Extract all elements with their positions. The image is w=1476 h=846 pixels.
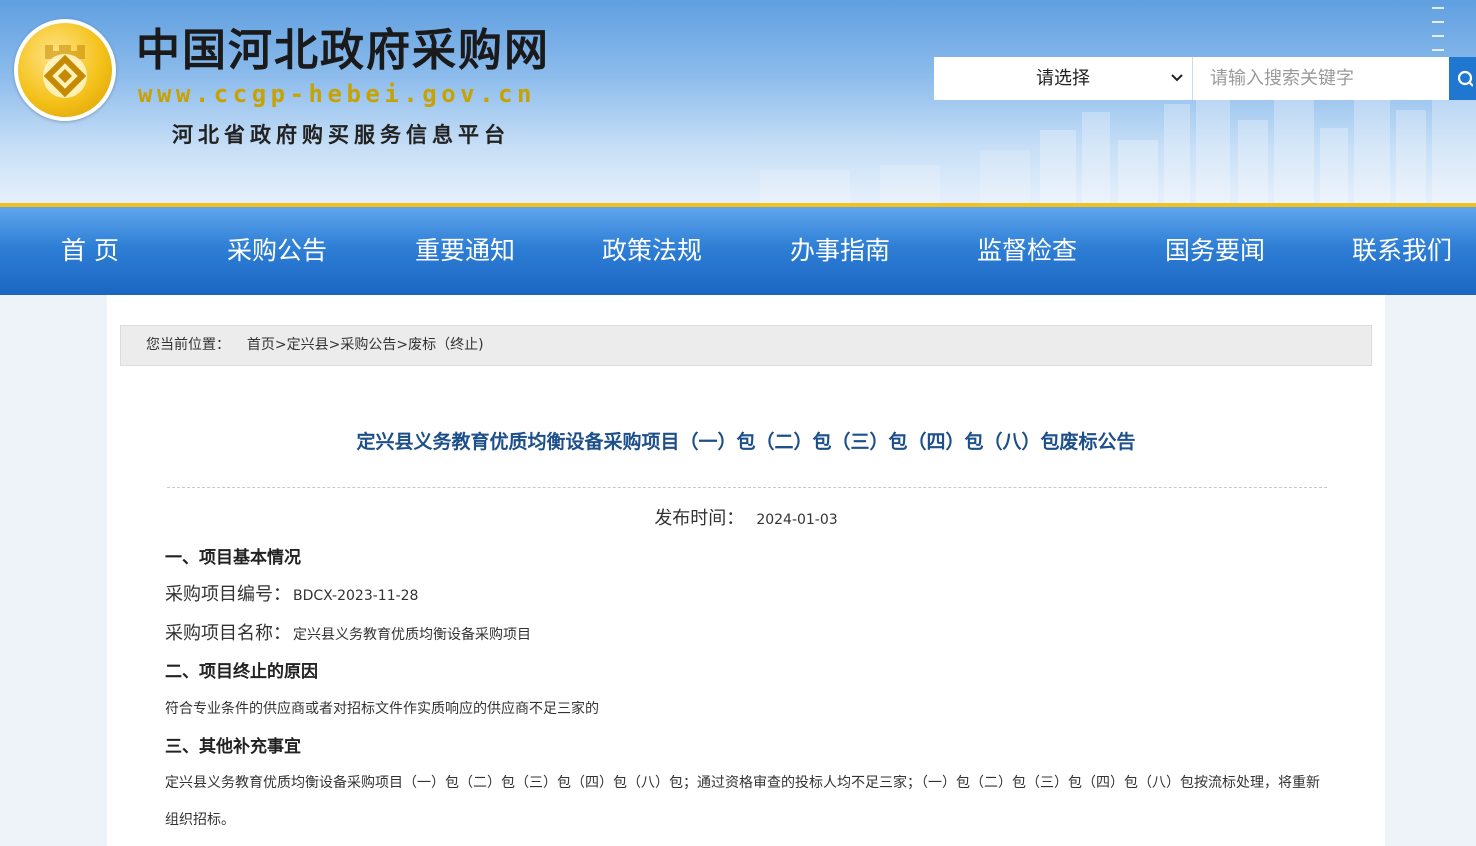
site-header: 中国河北政府采购网 www.ccgp-hebei.gov.cn 河北省政府购买服… xyxy=(0,0,1476,203)
publish-date: 2024-01-03 xyxy=(756,512,838,528)
breadcrumb-link-region[interactable]: 定兴县 xyxy=(287,337,329,353)
project-name-label: 采购项目名称： xyxy=(165,623,291,644)
breadcrumb-separator: > xyxy=(396,337,409,353)
article-title: 定兴县义务教育优质均衡设备采购项目（一）包（二）包（三）包（四）包（八）包废标公… xyxy=(356,431,1136,453)
breadcrumb-current: 废标（终止) xyxy=(408,337,484,353)
breadcrumb-separator: > xyxy=(328,337,341,353)
search-input[interactable] xyxy=(1193,57,1449,100)
project-name-field: 采购项目名称： 定兴县义务教育优质均衡设备采购项目 xyxy=(165,621,531,648)
title-divider xyxy=(167,487,1327,488)
main-nav: 首 页 采购公告 重要通知 政策法规 办事指南 监督检查 国务要闻 联系我们 xyxy=(0,203,1476,295)
search-category-value: 请选择 xyxy=(1036,68,1090,89)
section-heading-basic-info: 一、项目基本情况 xyxy=(165,548,301,568)
breadcrumb-link-home[interactable]: 首页 xyxy=(247,337,275,353)
nav-item-state-news[interactable]: 国务要闻 xyxy=(1165,207,1265,295)
main-content: 您当前位置： 首页>定兴县>采购公告>废标（终止) 定兴县义务教育优质均衡设备采… xyxy=(107,295,1385,846)
project-name-value: 定兴县义务教育优质均衡设备采购项目 xyxy=(293,627,531,643)
nav-item-guide[interactable]: 办事指南 xyxy=(790,207,890,295)
nav-item-home[interactable]: 首 页 xyxy=(61,207,119,295)
section-heading-termination-reason: 二、项目终止的原因 xyxy=(165,662,318,682)
nav-item-important-notices[interactable]: 重要通知 xyxy=(415,207,515,295)
search-icon xyxy=(1457,70,1473,87)
supplement-text: 定兴县义务教育优质均衡设备采购项目（一）包（二）包（三）包（四）包（八）包；通过… xyxy=(165,775,1320,828)
breadcrumb-prefix: 您当前位置： xyxy=(146,337,230,353)
search-bar: 请选择 xyxy=(934,57,1476,100)
decorative-lines-icon xyxy=(1432,7,1444,51)
search-button[interactable] xyxy=(1449,57,1476,100)
breadcrumb-link-notices[interactable]: 采购公告 xyxy=(340,337,396,353)
site-title: 中国河北政府采购网 xyxy=(136,25,550,76)
section-heading-supplement: 三、其他补充事宜 xyxy=(165,737,301,757)
chevron-down-icon xyxy=(1170,57,1184,118)
termination-reason-text: 符合专业条件的供应商或者对招标文件作实质响应的供应商不足三家的 xyxy=(165,701,599,717)
breadcrumb: 您当前位置： 首页>定兴县>采购公告>废标（终止) xyxy=(120,325,1372,366)
nav-item-contact[interactable]: 联系我们 xyxy=(1352,207,1452,295)
site-subtitle: 河北省政府购买服务信息平台 xyxy=(172,123,510,147)
nav-item-policies[interactable]: 政策法规 xyxy=(602,207,702,295)
site-url: www.ccgp-hebei.gov.cn xyxy=(138,80,536,108)
publish-time: 发布时间： 2024-01-03 xyxy=(107,506,1385,533)
breadcrumb-separator: > xyxy=(274,337,287,353)
publish-time-label: 发布时间： xyxy=(654,508,745,529)
ccgp-hebei-logo-icon[interactable] xyxy=(14,19,116,121)
project-number-field: 采购项目编号： BDCX-2023-11-28 xyxy=(165,582,418,609)
project-number-value: BDCX-2023-11-28 xyxy=(293,588,419,604)
nav-item-procurement-notices[interactable]: 采购公告 xyxy=(227,207,327,295)
nav-item-supervision[interactable]: 监督检查 xyxy=(977,207,1077,295)
search-category-select[interactable]: 请选择 xyxy=(934,57,1193,100)
project-number-label: 采购项目编号： xyxy=(165,584,291,605)
